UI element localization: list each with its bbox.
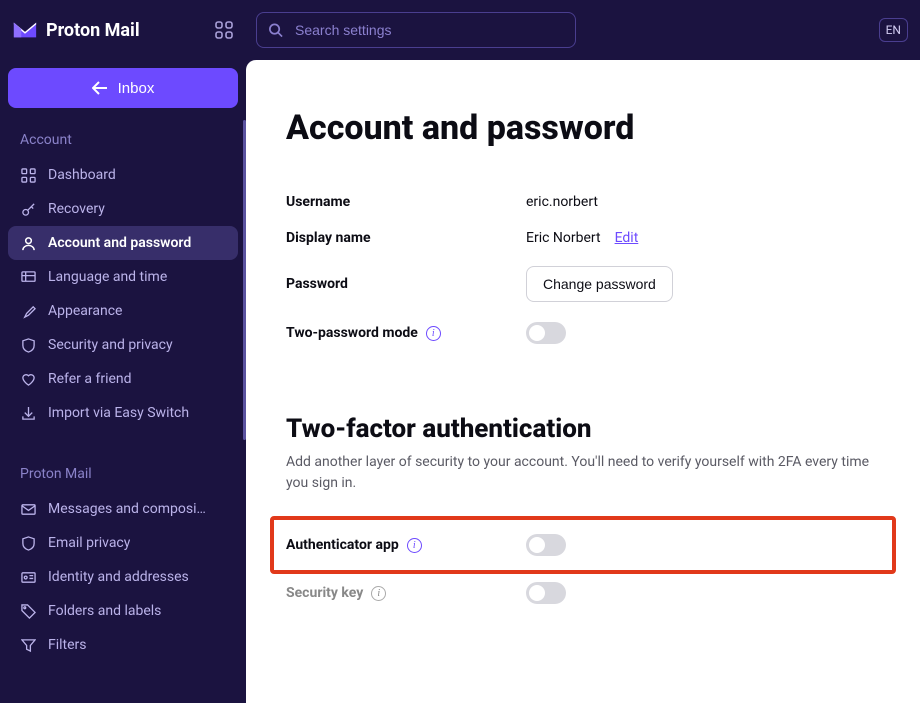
username-value: eric.norbert	[526, 194, 598, 210]
display-name-value: Eric Norbert	[526, 230, 601, 246]
language-selector[interactable]: EN	[879, 18, 908, 42]
sidebar-item-label: Identity and addresses	[48, 569, 189, 585]
sidebar-item-account-password[interactable]: Account and password	[8, 226, 238, 260]
sidebar-item-label: Filters	[48, 637, 87, 653]
sidebar-item-recovery[interactable]: Recovery	[8, 192, 238, 226]
sidebar-item-label: Messages and composi…	[48, 501, 206, 517]
proton-mail-logo-icon	[12, 17, 38, 43]
sidebar-item-folders-labels[interactable]: Folders and labels	[8, 594, 238, 628]
sidebar-item-email-privacy[interactable]: Email privacy	[8, 526, 238, 560]
download-icon	[20, 405, 36, 421]
sidebar-item-label: Recovery	[48, 201, 105, 217]
sidebar-item-label: Folders and labels	[48, 603, 161, 619]
authenticator-app-highlight: Authenticator app i	[270, 516, 896, 574]
sidebar-item-label: Import via Easy Switch	[48, 405, 189, 421]
row-authenticator-app: Authenticator app i	[286, 534, 880, 556]
sidebar-item-label: Email privacy	[48, 535, 130, 551]
inbox-button[interactable]: Inbox	[8, 68, 238, 108]
brush-icon	[20, 303, 36, 319]
arrow-left-icon	[92, 81, 108, 95]
info-icon[interactable]: i	[426, 326, 441, 341]
two-password-mode-label: Two-password mode	[286, 325, 418, 341]
sidebar-section-header-proton-mail: Proton Mail	[8, 460, 238, 492]
sidebar-item-refer-friend[interactable]: Refer a friend	[8, 362, 238, 396]
sidebar-item-dashboard[interactable]: Dashboard	[8, 158, 238, 192]
user-icon	[20, 235, 36, 251]
info-icon[interactable]: i	[371, 586, 386, 601]
shield-icon	[20, 535, 36, 551]
username-label: Username	[286, 194, 350, 210]
message-icon	[20, 501, 36, 517]
search-field	[256, 12, 576, 48]
authenticator-app-label: Authenticator app	[286, 537, 399, 553]
brand-logo[interactable]: Proton Mail	[12, 17, 198, 43]
sidebar-item-label: Security and privacy	[48, 337, 173, 353]
grid-icon	[20, 167, 36, 183]
section-desc-2fa: Add another layer of security to your ac…	[286, 452, 880, 494]
idcard-icon	[20, 569, 36, 585]
sidebar-item-label: Language and time	[48, 269, 167, 285]
search-input[interactable]	[256, 12, 576, 48]
sidebar-item-label: Dashboard	[48, 167, 116, 183]
two-password-mode-toggle[interactable]	[526, 322, 566, 344]
sidebar: Inbox Account Dashboard Recovery Account…	[0, 60, 246, 703]
sidebar-item-filters[interactable]: Filters	[8, 628, 238, 662]
sidebar-item-messages-composing[interactable]: Messages and composi…	[8, 492, 238, 526]
key-icon	[20, 201, 36, 217]
sidebar-item-security-privacy[interactable]: Security and privacy	[8, 328, 238, 362]
sidebar-item-import-easy-switch[interactable]: Import via Easy Switch	[8, 396, 238, 430]
security-key-label: Security key	[286, 585, 363, 601]
sidebar-section-header-account: Account	[8, 126, 238, 158]
shield-icon	[20, 337, 36, 353]
row-username: Username eric.norbert	[286, 194, 880, 210]
display-name-label: Display name	[286, 230, 371, 246]
authenticator-app-toggle[interactable]	[526, 534, 566, 556]
sidebar-item-label: Account and password	[48, 235, 191, 251]
sidebar-item-appearance[interactable]: Appearance	[8, 294, 238, 328]
sidebar-item-label: Appearance	[48, 303, 122, 319]
tag-icon	[20, 603, 36, 619]
main-content: Account and password Username eric.norbe…	[246, 60, 920, 703]
search-icon	[268, 23, 283, 38]
row-password: Password Change password	[286, 266, 880, 302]
globe-icon	[20, 269, 36, 285]
info-icon[interactable]: i	[407, 538, 422, 553]
sidebar-item-language-time[interactable]: Language and time	[8, 260, 238, 294]
filter-icon	[20, 637, 36, 653]
security-key-toggle[interactable]	[526, 582, 566, 604]
section-title-2fa: Two-factor authentication	[286, 414, 880, 444]
sidebar-item-identity-addresses[interactable]: Identity and addresses	[8, 560, 238, 594]
heart-icon	[20, 371, 36, 387]
row-security-key: Security key i	[286, 582, 880, 604]
brand-name: Proton Mail	[46, 20, 140, 41]
sidebar-item-label: Refer a friend	[48, 371, 132, 387]
edit-display-name-link[interactable]: Edit	[615, 230, 639, 246]
password-label: Password	[286, 276, 348, 292]
row-display-name: Display name Eric Norbert Edit	[286, 230, 880, 246]
top-bar: Proton Mail EN	[0, 0, 920, 60]
apps-grid-icon[interactable]	[210, 16, 238, 44]
inbox-button-label: Inbox	[118, 80, 155, 97]
row-two-password-mode: Two-password mode i	[286, 322, 880, 344]
page-title: Account and password	[286, 108, 880, 148]
change-password-button[interactable]: Change password	[526, 266, 673, 302]
